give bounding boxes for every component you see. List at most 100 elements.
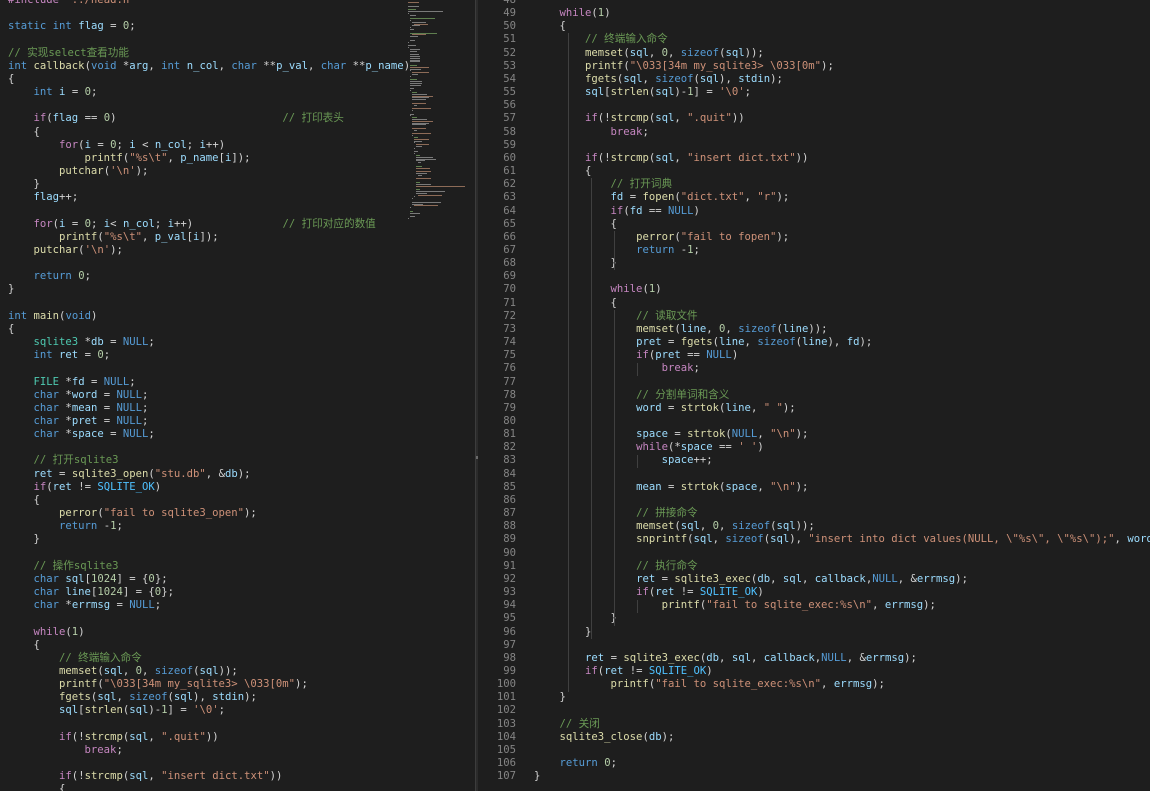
code-line[interactable]: memset(sql, 0, sizeof(sql)); xyxy=(0,665,410,678)
code-line[interactable]: 79 word = strtok(line, " "); xyxy=(478,402,1150,415)
line-text[interactable]: if(pret == NULL) xyxy=(516,349,738,362)
code-line[interactable] xyxy=(0,205,410,218)
line-text[interactable]: sqlite3_close(db); xyxy=(516,731,675,744)
left-editor-pane[interactable]: #include "../head.h" static int flag = 0;… xyxy=(0,0,475,791)
code-line[interactable]: 69 xyxy=(478,270,1150,283)
line-text[interactable]: // 执行命令 xyxy=(516,560,698,573)
code-line[interactable] xyxy=(0,757,410,770)
code-line[interactable] xyxy=(0,33,410,46)
code-line[interactable]: 49 while(1) xyxy=(478,7,1150,20)
code-line[interactable]: 84 xyxy=(478,468,1150,481)
left-code-area[interactable]: #include "../head.h" static int flag = 0;… xyxy=(0,0,410,791)
code-line[interactable]: 96 } xyxy=(478,626,1150,639)
line-text[interactable]: { xyxy=(516,165,591,178)
code-line[interactable]: for(i = 0; i< n_col; i++) // 打印对应的数值 xyxy=(0,218,410,231)
code-line[interactable]: 94 printf("fail to sqlite_exec:%s\n", er… xyxy=(478,599,1150,612)
code-line[interactable]: if(ret != SQLITE_OK) xyxy=(0,481,410,494)
code-line[interactable]: perror("fail to sqlite3_open"); xyxy=(0,507,410,520)
code-line[interactable]: putchar('\n'); xyxy=(0,165,410,178)
code-line[interactable]: 63 fd = fopen("dict.txt", "r"); xyxy=(478,191,1150,204)
code-line[interactable]: char line[1024] = {0}; xyxy=(0,586,410,599)
code-line[interactable]: 93 if(ret != SQLITE_OK) xyxy=(478,586,1150,599)
code-line[interactable]: char *pret = NULL; xyxy=(0,415,410,428)
right-code-area[interactable]: 48 49 while(1) 50 {51 // 终端输入命令 52 memset(s… xyxy=(478,0,1150,783)
code-line[interactable]: char *space = NULL; xyxy=(0,428,410,441)
code-line[interactable]: char sql[1024] = {0}; xyxy=(0,573,410,586)
code-line[interactable]: 103 // 关闭 xyxy=(478,718,1150,731)
code-line[interactable]: 74 pret = fgets(line, sizeof(line), fd); xyxy=(478,336,1150,349)
line-text[interactable]: mean = strtok(space, "\n"); xyxy=(516,481,808,494)
code-line[interactable]: // 打开sqlite3 xyxy=(0,454,410,467)
code-line[interactable]: 50 { xyxy=(478,20,1150,33)
code-line[interactable]: 89 snprintf(sql, sizeof(sql), "insert in… xyxy=(478,533,1150,546)
code-line[interactable]: { xyxy=(0,73,410,86)
code-line[interactable]: while(1) xyxy=(0,626,410,639)
line-text[interactable]: } xyxy=(516,612,617,625)
code-line[interactable] xyxy=(0,441,410,454)
code-line[interactable]: 85 mean = strtok(space, "\n"); xyxy=(478,481,1150,494)
code-line[interactable]: if(flag == 0) // 打印表头 xyxy=(0,112,410,125)
code-line[interactable]: 60 if(!strcmp(sql, "insert dict.txt")) xyxy=(478,152,1150,165)
code-line[interactable]: 70 while(1) xyxy=(478,283,1150,296)
line-text[interactable]: { xyxy=(516,297,617,310)
line-text[interactable]: while(1) xyxy=(516,283,662,296)
line-text[interactable]: fd = fopen("dict.txt", "r"); xyxy=(516,191,790,204)
code-line[interactable]: 90 xyxy=(478,547,1150,560)
line-text[interactable]: sql[strlen(sql)-1] = '\0'; xyxy=(516,86,751,99)
line-text[interactable]: pret = fgets(line, sizeof(line), fd); xyxy=(516,336,872,349)
line-text[interactable]: fgets(sql, sizeof(sql), stdin); xyxy=(516,73,783,86)
code-line[interactable] xyxy=(0,612,410,625)
code-line[interactable]: 75 if(pret == NULL) xyxy=(478,349,1150,362)
code-line[interactable]: 86 xyxy=(478,494,1150,507)
code-line[interactable]: 51 // 终端输入命令 xyxy=(478,33,1150,46)
code-line[interactable]: 98 ret = sqlite3_exec(db, sql, callback,… xyxy=(478,652,1150,665)
code-line[interactable]: 88 memset(sql, 0, sizeof(sql)); xyxy=(478,520,1150,533)
code-line[interactable]: 87 // 拼接命令 xyxy=(478,507,1150,520)
line-text[interactable]: snprintf(sql, sizeof(sql), "insert into … xyxy=(516,533,1150,546)
code-line[interactable]: 91 // 执行命令 xyxy=(478,560,1150,573)
code-line[interactable] xyxy=(0,7,410,20)
code-line[interactable]: 62 // 打开词典 xyxy=(478,178,1150,191)
code-line[interactable]: int callback(void *arg, int n_col, char … xyxy=(0,60,410,73)
code-line[interactable]: // 终端输入命令 xyxy=(0,652,410,665)
code-line[interactable]: 81 space = strtok(NULL, "\n"); xyxy=(478,428,1150,441)
code-line[interactable]: ret = sqlite3_open("stu.db", &db); xyxy=(0,468,410,481)
line-text[interactable]: space = strtok(NULL, "\n"); xyxy=(516,428,808,441)
code-line[interactable]: return 0; xyxy=(0,270,410,283)
code-line[interactable]: 54 fgets(sql, sizeof(sql), stdin); xyxy=(478,73,1150,86)
code-line[interactable]: 67 return -1; xyxy=(478,244,1150,257)
line-text[interactable]: memset(sql, 0, sizeof(sql)); xyxy=(516,520,815,533)
code-line[interactable]: 73 memset(line, 0, sizeof(line)); xyxy=(478,323,1150,336)
code-line[interactable]: fgets(sql, sizeof(sql), stdin); xyxy=(0,691,410,704)
line-text[interactable]: ret = sqlite3_exec(db, sql, callback,NUL… xyxy=(516,573,968,586)
code-line[interactable]: } xyxy=(0,283,410,296)
code-line[interactable]: printf("\033[34m my_sqlite3> \033[0m"); xyxy=(0,678,410,691)
line-text[interactable]: break; xyxy=(516,362,700,375)
code-line[interactable]: char *mean = NULL; xyxy=(0,402,410,415)
code-line[interactable]: 57 if(!strcmp(sql, ".quit")) xyxy=(478,112,1150,125)
code-line[interactable]: int ret = 0; xyxy=(0,349,410,362)
line-text[interactable]: memset(line, 0, sizeof(line)); xyxy=(516,323,828,336)
code-line[interactable]: 100 printf("fail to sqlite_exec:%s\n", e… xyxy=(478,678,1150,691)
code-line[interactable]: 107} xyxy=(478,770,1150,783)
code-line[interactable]: } xyxy=(0,178,410,191)
line-text[interactable]: // 拼接命令 xyxy=(516,507,698,520)
code-line[interactable]: 92 ret = sqlite3_exec(db, sql, callback,… xyxy=(478,573,1150,586)
code-line[interactable] xyxy=(0,257,410,270)
line-text[interactable]: printf("fail to sqlite_exec:%s\n", errms… xyxy=(516,678,885,691)
code-line[interactable]: 61 { xyxy=(478,165,1150,178)
line-text[interactable]: perror("fail to fopen"); xyxy=(516,231,789,244)
line-text[interactable]: { xyxy=(516,20,566,33)
minimap[interactable] xyxy=(408,2,474,219)
code-line[interactable]: 64 if(fd == NULL) xyxy=(478,205,1150,218)
line-text[interactable]: break; xyxy=(516,126,649,139)
code-line[interactable]: printf("%s\t", p_val[i]); xyxy=(0,231,410,244)
code-line[interactable]: 58 break; xyxy=(478,126,1150,139)
line-text[interactable]: if(!strcmp(sql, "insert dict.txt")) xyxy=(516,152,808,165)
code-line[interactable]: // 实现select查看功能 xyxy=(0,47,410,60)
code-line[interactable]: 97 xyxy=(478,639,1150,652)
code-line[interactable]: return -1; xyxy=(0,520,410,533)
code-line[interactable] xyxy=(0,99,410,112)
code-line[interactable]: 83 space++; xyxy=(478,454,1150,467)
code-line[interactable]: 104 sqlite3_close(db); xyxy=(478,731,1150,744)
